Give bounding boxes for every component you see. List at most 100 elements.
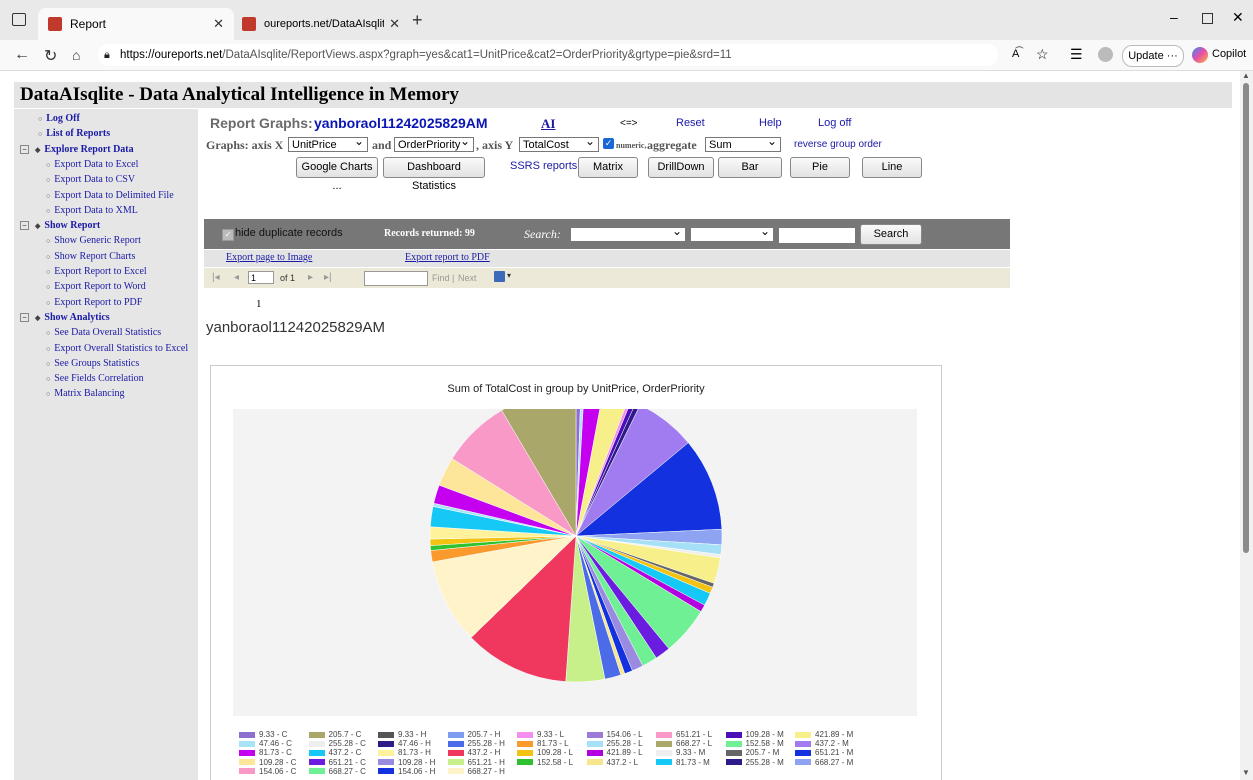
bar-button[interactable]: Bar <box>718 157 782 178</box>
minimize-icon[interactable]: – <box>1170 9 1178 25</box>
page-number-input[interactable]: 1 <box>248 271 274 284</box>
legend-label: 109.28 - L <box>537 748 574 758</box>
legend-label: 81.73 - H <box>398 748 431 758</box>
favorite-star-icon[interactable]: ☆ <box>1036 46 1049 63</box>
scrollbar-thumb[interactable] <box>1243 83 1249 553</box>
close-window-icon[interactable]: ✕ <box>1232 9 1244 26</box>
refresh-icon[interactable]: ↻ <box>44 46 57 66</box>
export-dropdown-icon[interactable]: ▾ <box>507 271 511 280</box>
sidebar-item-export-overall-statistics-to-excel[interactable]: ○ Export Overall Statistics to Excel <box>46 343 188 354</box>
collapse-toggle-icon[interactable]: − <box>20 221 29 231</box>
logoff-link[interactable]: Log off <box>818 117 851 129</box>
dashboard-statistics-button[interactable]: Dashboard Statistics <box>383 157 485 192</box>
sidebar-item-see-fields-correlation[interactable]: ○ See Fields Correlation <box>46 373 144 384</box>
sidebar-item-export-report-to-excel[interactable]: ○ Export Report to Excel <box>46 266 147 277</box>
prev-page-icon[interactable]: ◂ <box>234 272 239 283</box>
search-button[interactable]: Search <box>860 224 922 245</box>
home-icon[interactable]: ⌂ <box>72 47 80 63</box>
line-button[interactable]: Line <box>862 157 922 178</box>
sidebar-toggle-icon[interactable] <box>12 13 26 26</box>
search-field-select[interactable] <box>570 224 686 242</box>
reset-link[interactable]: Reset <box>676 117 705 129</box>
copilot-icon[interactable] <box>1192 47 1208 63</box>
bullet-icon: ○ <box>38 130 43 139</box>
next-page-icon[interactable]: ▸ <box>308 272 313 283</box>
browser-tab-oureports[interactable]: oureports.net/DataAIsqlite/DataA ✕ <box>238 8 402 40</box>
records-returned: Records returned: 99 <box>384 228 475 239</box>
sidebar-item-export-data-to-csv[interactable]: ○ Export Data to CSV <box>46 174 135 185</box>
legend-label: 152.58 - M <box>745 739 784 749</box>
search-input[interactable] <box>778 227 856 244</box>
last-page-icon[interactable]: ▸| <box>324 272 332 283</box>
sidebar-item-show-report-charts[interactable]: ○ Show Report Charts <box>46 251 135 262</box>
update-button[interactable]: Update ··· <box>1122 45 1184 67</box>
sidebar-item-show-report[interactable]: − ◆ Show Report <box>20 220 100 231</box>
legend-swatch <box>239 731 255 738</box>
pie-button[interactable]: Pie <box>790 157 850 178</box>
swap-link[interactable]: <=> <box>620 118 638 129</box>
hide-duplicates-checkbox[interactable]: ✓ <box>222 229 234 241</box>
scroll-up-icon[interactable]: ▲ <box>1242 71 1250 80</box>
legend-swatch <box>239 768 255 775</box>
url-field[interactable]: 🔒︎ https://oureports.net/DataAIsqlite/Re… <box>98 44 998 66</box>
first-page-icon[interactable]: |◂ <box>212 272 220 283</box>
sidebar-item-show-generic-report[interactable]: ○ Show Generic Report <box>46 235 141 246</box>
sidebar-item-export-data-to-xml[interactable]: ○ Export Data to XML <box>46 205 138 216</box>
matrix-button[interactable]: Matrix <box>578 157 638 178</box>
new-tab-icon[interactable]: + <box>412 10 423 31</box>
help-link[interactable]: Help <box>759 117 782 129</box>
legend-swatch <box>795 731 811 738</box>
maximize-icon[interactable] <box>1202 13 1213 24</box>
sidebar-item-export-report-to-word[interactable]: ○ Export Report to Word <box>46 281 146 292</box>
next-link[interactable]: Next <box>458 273 477 283</box>
export-bar: Export page to Image Export report to PD… <box>204 250 1010 267</box>
collapse-toggle-icon[interactable]: − <box>20 313 29 323</box>
second-category-select[interactable]: OrderPriority <box>394 134 474 152</box>
sidebar-item-see-data-overall-statistics[interactable]: ○ See Data Overall Statistics <box>46 327 161 338</box>
export-report-pdf-link[interactable]: Export report to PDF <box>405 252 490 263</box>
find-input[interactable] <box>364 271 428 286</box>
axis-x-select[interactable]: UnitPrice <box>288 134 368 152</box>
legend-item: 154.06 - C <box>239 767 296 776</box>
copilot-label[interactable]: Copilot <box>1212 48 1246 60</box>
drilldown-button[interactable]: DrillDown <box>648 157 714 178</box>
scroll-down-icon[interactable]: ▼ <box>1242 768 1250 777</box>
axis-y-select[interactable]: TotalCost <box>519 134 599 152</box>
sidebar-item-list-of-reports[interactable]: ○ List of Reports <box>38 128 110 139</box>
search-operator-select[interactable] <box>690 224 774 242</box>
collapse-toggle-icon[interactable]: − <box>20 144 29 154</box>
sidebar-item-show-analytics[interactable]: − ◆ Show Analytics <box>20 312 110 323</box>
sidebar-item-export-report-to-pdf[interactable]: ○ Export Report to PDF <box>46 297 142 308</box>
profile-avatar[interactable] <box>1098 47 1113 62</box>
pie-chart: Sum of TotalCost in group by UnitPrice, … <box>210 365 942 780</box>
sidebar-item-export-data-to-delimited-file[interactable]: ○ Export Data to Delimited File <box>46 190 174 201</box>
google-charts-button[interactable]: Google Charts ... <box>296 157 378 192</box>
sidebar-item-export-data-to-excel[interactable]: ○ Export Data to Excel <box>46 159 138 170</box>
close-tab-icon[interactable]: ✕ <box>213 16 224 32</box>
back-icon[interactable]: ← <box>14 46 30 64</box>
update-label: Update <box>1128 50 1164 62</box>
export-page-image-link[interactable]: Export page to Image <box>226 252 312 263</box>
legend-item: 9.33 - C <box>239 730 287 739</box>
legend-item: 421.89 - M <box>795 730 853 739</box>
aggregate-select[interactable]: Sum <box>705 134 781 152</box>
legend-label: 9.33 - M <box>676 748 706 758</box>
read-aloud-icon[interactable]: A͡ <box>1012 48 1019 60</box>
numeric-checkbox[interactable]: ✓ <box>603 138 614 149</box>
close-tab-icon[interactable]: ✕ <box>389 16 400 32</box>
reverse-group-order-link[interactable]: reverse group order <box>794 139 882 150</box>
bullet-icon: ○ <box>46 206 51 215</box>
sidebar-item-matrix-balancing[interactable]: ○ Matrix Balancing <box>46 388 125 399</box>
legend-swatch <box>447 740 464 747</box>
favorites-icon[interactable]: ☰ <box>1070 46 1083 63</box>
sidebar-item-log-off[interactable]: ○ Log Off <box>38 113 80 124</box>
sidebar-item-explore-report-data[interactable]: − ◆ Explore Report Data <box>20 144 134 155</box>
ai-link[interactable]: AI <box>541 116 555 132</box>
page-scrollbar[interactable]: ▲ ▼ <box>1240 71 1253 780</box>
sidebar-item-see-groups-statistics[interactable]: ○ See Groups Statistics <box>46 358 139 369</box>
legend-label: 437.2 - C <box>328 748 362 758</box>
export-save-icon[interactable] <box>494 271 505 282</box>
legend-label: 255.28 - C <box>328 739 366 749</box>
browser-tab-report[interactable]: Report ✕ <box>38 8 234 40</box>
find-link[interactable]: Find <box>432 273 450 283</box>
